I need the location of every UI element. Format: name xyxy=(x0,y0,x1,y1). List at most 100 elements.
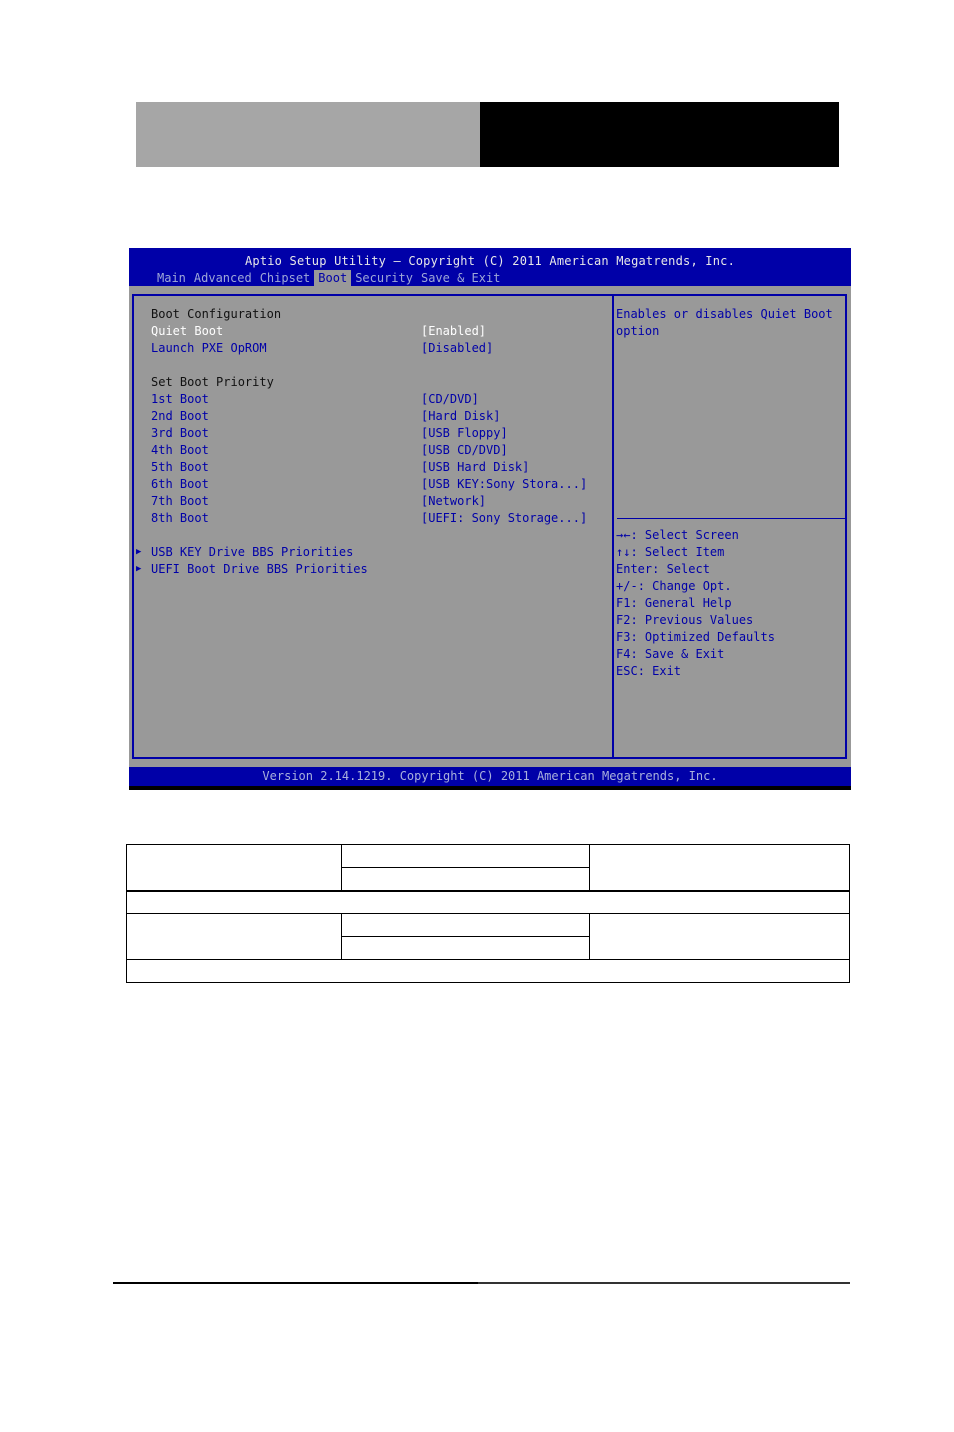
key-help-key: +/- xyxy=(616,579,638,593)
boot-option-value[interactable]: [CD/DVD] xyxy=(421,391,479,408)
key-help-key: F2 xyxy=(616,613,631,627)
key-help-f3: F3: Optimized Defaults xyxy=(616,629,775,646)
table-cell xyxy=(126,844,342,892)
setting-value[interactable]: [Enabled] xyxy=(421,323,486,340)
tab-advanced[interactable]: Advanced xyxy=(190,270,256,286)
boot-option-value[interactable]: [Hard Disk] xyxy=(421,408,500,425)
key-help-key: F4 xyxy=(616,647,631,661)
submenu-usb-key-bbs-priorities[interactable]: ▶ USB KEY Drive BBS Priorities xyxy=(136,544,353,561)
section-heading-label: Boot Configuration xyxy=(151,307,282,321)
tab-main[interactable]: Main xyxy=(153,270,190,286)
header-band-left xyxy=(136,102,480,167)
submenu-arrow-icon: ▶ xyxy=(136,547,142,557)
options-table xyxy=(126,844,850,983)
table-cell xyxy=(341,844,590,868)
bios-version-text: Version 2.14.1219. Copyright (C) 2011 Am… xyxy=(262,769,718,783)
boot-option-3[interactable]: 3rd Boot [USB Floppy] xyxy=(151,425,508,442)
boot-option-2[interactable]: 2nd Boot [Hard Disk] xyxy=(151,408,500,425)
key-help-esc: ESC: Exit xyxy=(616,663,681,680)
help-separator xyxy=(617,518,845,519)
boot-option-label: 5th Boot xyxy=(151,460,209,474)
boot-option-label: 6th Boot xyxy=(151,477,209,491)
boot-option-label: 1st Boot xyxy=(151,392,209,406)
boot-option-label: 3rd Boot xyxy=(151,426,209,440)
boot-option-value[interactable]: [USB Hard Disk] xyxy=(421,459,529,476)
key-help-f1: F1: General Help xyxy=(616,595,732,612)
key-help-enter: Enter: Select xyxy=(616,561,710,578)
boot-option-label: 7th Boot xyxy=(151,494,209,508)
table-row xyxy=(126,959,850,983)
boot-option-value[interactable]: [USB CD/DVD] xyxy=(421,442,508,459)
page-footer-rule xyxy=(113,1282,478,1284)
boot-option-value[interactable]: [USB Floppy] xyxy=(421,425,508,442)
boot-option-value[interactable]: [Network] xyxy=(421,493,486,510)
table-cell xyxy=(126,890,850,914)
boot-option-label: 8th Boot xyxy=(151,511,209,525)
setting-value[interactable]: [Disabled] xyxy=(421,340,493,357)
setting-quiet-boot[interactable]: Quiet Boot [Enabled] xyxy=(151,323,486,340)
setting-launch-pxe-oprom[interactable]: Launch PXE OpROM [Disabled] xyxy=(151,340,493,357)
key-help-action: : Exit xyxy=(637,664,682,678)
table-row xyxy=(126,844,850,892)
bios-main-frame: Boot Configuration Quiet Boot [Enabled] … xyxy=(132,294,847,759)
key-help-change-opt: +/-: Change Opt. xyxy=(616,578,732,595)
table-cell xyxy=(126,959,850,983)
key-help-f4: F4: Save & Exit xyxy=(616,646,724,663)
table-row xyxy=(126,890,850,914)
bios-title-bar: Aptio Setup Utility – Copyright (C) 2011… xyxy=(129,248,851,286)
tab-chipset[interactable]: Chipset xyxy=(256,270,315,286)
tab-security[interactable]: Security xyxy=(351,270,417,286)
key-help-action: : Previous Values xyxy=(630,613,754,627)
left-right-arrows-icon: →← xyxy=(616,528,631,542)
table-cell xyxy=(341,867,590,892)
boot-option-7[interactable]: 7th Boot [Network] xyxy=(151,493,486,510)
submenu-arrow-icon: ▶ xyxy=(136,564,142,574)
help-description-line-1: Enables or disables Quiet Boot xyxy=(616,307,833,321)
bios-footer-bar: Version 2.14.1219. Copyright (C) 2011 Am… xyxy=(129,767,851,786)
help-description-line-2: option xyxy=(616,324,660,338)
bios-bottom-strip xyxy=(129,786,851,790)
table-row xyxy=(126,913,850,960)
key-help-action: : Select Item xyxy=(630,545,725,559)
key-help-action: : Save & Exit xyxy=(630,647,725,661)
boot-option-value[interactable]: [USB KEY:Sony Stora...] xyxy=(421,476,587,493)
key-help-action: : Change Opt. xyxy=(637,579,732,593)
key-help-key: F3 xyxy=(616,630,631,644)
header-band-right xyxy=(480,102,839,167)
table-cell xyxy=(589,913,850,960)
key-help-action: : General Help xyxy=(630,596,732,610)
submenu-label: UEFI Boot Drive BBS Priorities xyxy=(151,562,368,576)
key-help-select-item: ↑↓: Select Item xyxy=(616,544,724,561)
bios-setup-screenshot: Aptio Setup Utility – Copyright (C) 2011… xyxy=(129,248,851,790)
section-heading-label: Set Boot Priority xyxy=(151,375,274,389)
panel-divider xyxy=(612,296,614,757)
submenu-uefi-boot-bbs-priorities[interactable]: ▶ UEFI Boot Drive BBS Priorities xyxy=(136,561,368,578)
key-help-key: F1 xyxy=(616,596,631,610)
setting-label: Quiet Boot xyxy=(151,324,224,338)
table-cell xyxy=(589,844,850,892)
section-heading-set-boot-priority: Set Boot Priority xyxy=(151,374,274,391)
bios-title: Aptio Setup Utility – Copyright (C) 2011… xyxy=(244,254,736,268)
table-cell xyxy=(341,913,590,937)
key-help-select-screen: →←: Select Screen xyxy=(616,527,739,544)
boot-option-1[interactable]: 1st Boot [CD/DVD] xyxy=(151,391,479,408)
table-cell xyxy=(341,936,590,960)
key-help-key: Enter xyxy=(616,562,653,576)
boot-option-8[interactable]: 8th Boot [UEFI: Sony Storage...] xyxy=(151,510,587,527)
boot-option-value[interactable]: [UEFI: Sony Storage...] xyxy=(421,510,587,527)
key-help-key: ESC xyxy=(616,664,638,678)
submenu-label: USB KEY Drive BBS Priorities xyxy=(151,545,354,559)
up-down-arrows-icon: ↑↓ xyxy=(616,545,631,559)
table-cell xyxy=(126,913,342,960)
bios-tab-bar: Main Advanced Chipset Boot Security Save… xyxy=(153,270,504,286)
key-help-action: : Select xyxy=(652,562,710,576)
tab-boot[interactable]: Boot xyxy=(314,270,352,286)
boot-option-6[interactable]: 6th Boot [USB KEY:Sony Stora...] xyxy=(151,476,587,493)
tab-save-exit[interactable]: Save & Exit xyxy=(417,270,504,286)
boot-option-4[interactable]: 4th Boot [USB CD/DVD] xyxy=(151,442,508,459)
page-footer-rule xyxy=(478,1282,850,1284)
boot-option-5[interactable]: 5th Boot [USB Hard Disk] xyxy=(151,459,529,476)
boot-option-label: 4th Boot xyxy=(151,443,209,457)
section-heading-boot-configuration: Boot Configuration xyxy=(151,306,281,323)
setting-label: Launch PXE OpROM xyxy=(151,341,267,355)
